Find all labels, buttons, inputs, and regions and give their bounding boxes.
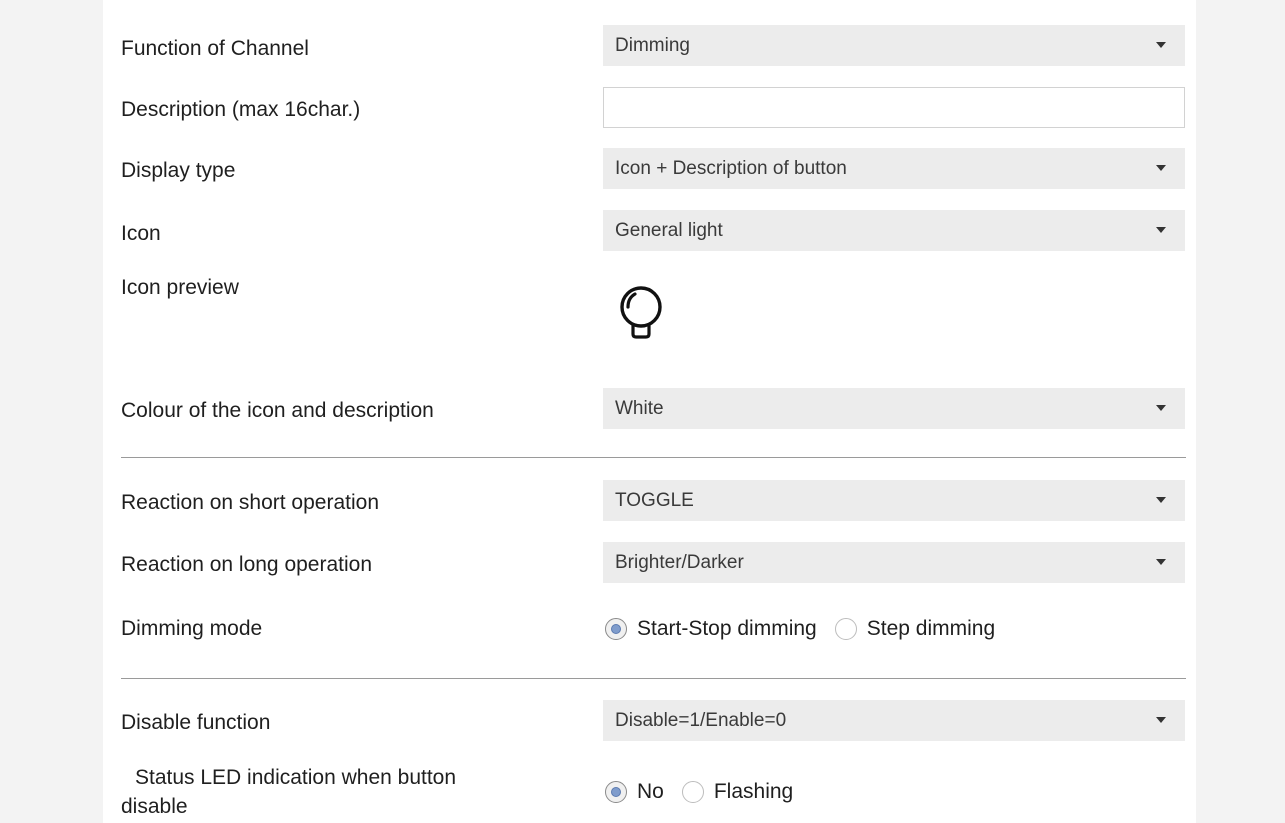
description-input[interactable] [603, 87, 1185, 128]
chevron-down-icon [1156, 559, 1166, 565]
function-of-channel-value: Dimming [615, 35, 690, 56]
disable-function-value: Disable=1/Enable=0 [615, 710, 787, 731]
short-operation-value: TOGGLE [615, 490, 694, 511]
dimming-mode-option-label: Step dimming [866, 617, 996, 640]
dimming-mode-radio-group: Start-Stop dimming Step dimming [605, 617, 1013, 641]
lightbulb-icon [620, 286, 662, 339]
dimming-mode-option-start-stop[interactable]: Start-Stop dimming [605, 617, 817, 641]
icon-preview-label: Icon preview [121, 276, 239, 299]
icon-value: General light [615, 220, 723, 241]
disable-function-select[interactable]: Disable=1/Enable=0 [603, 700, 1185, 741]
short-operation-select[interactable]: TOGGLE [603, 480, 1185, 521]
function-of-channel-select[interactable]: Dimming [603, 25, 1185, 66]
colour-label: Colour of the icon and description [121, 399, 434, 422]
chevron-down-icon [1156, 227, 1166, 233]
description-label: Description (max 16char.) [121, 98, 361, 121]
dimming-mode-option-label: Start-Stop dimming [637, 617, 817, 640]
chevron-down-icon [1156, 42, 1166, 48]
chevron-down-icon [1156, 165, 1166, 171]
dimming-mode-label: Dimming mode [121, 617, 263, 640]
display-type-value: Icon + Description of button [615, 158, 847, 179]
colour-select[interactable]: White [603, 388, 1185, 429]
long-operation-value: Brighter/Darker [615, 552, 744, 573]
status-led-radio-group: No Flashing [605, 780, 811, 804]
status-led-option-label: Flashing [713, 780, 794, 803]
long-operation-label: Reaction on long operation [121, 553, 373, 576]
function-of-channel-label: Function of Channel [121, 37, 309, 60]
radio-checked-icon[interactable] [605, 618, 627, 640]
section-divider [121, 457, 1186, 458]
section-divider [121, 678, 1186, 679]
status-led-label-line1: Status LED indication when button [135, 766, 457, 789]
radio-unchecked-icon[interactable] [681, 781, 704, 803]
display-type-select[interactable]: Icon + Description of button [603, 148, 1185, 189]
status-led-label-line2: disable [121, 795, 188, 818]
icon-select[interactable]: General light [603, 210, 1185, 251]
status-led-option-label: No [637, 780, 664, 803]
chevron-down-icon [1156, 405, 1166, 411]
status-led-option-no[interactable]: No [605, 780, 664, 804]
parameter-panel: Function of Channel Dimming Description … [103, 0, 1196, 823]
dimming-mode-option-step[interactable]: Step dimming [834, 617, 996, 641]
disable-function-label: Disable function [121, 711, 271, 734]
chevron-down-icon [1156, 497, 1166, 503]
short-operation-label: Reaction on short operation [121, 491, 379, 514]
icon-label: Icon [121, 222, 161, 245]
chevron-down-icon [1156, 717, 1166, 723]
status-led-option-flashing[interactable]: Flashing [681, 780, 794, 804]
radio-checked-icon[interactable] [605, 781, 627, 803]
radio-unchecked-icon[interactable] [834, 618, 857, 640]
display-type-label: Display type [121, 159, 236, 182]
colour-value: White [615, 398, 664, 419]
long-operation-select[interactable]: Brighter/Darker [603, 542, 1185, 583]
